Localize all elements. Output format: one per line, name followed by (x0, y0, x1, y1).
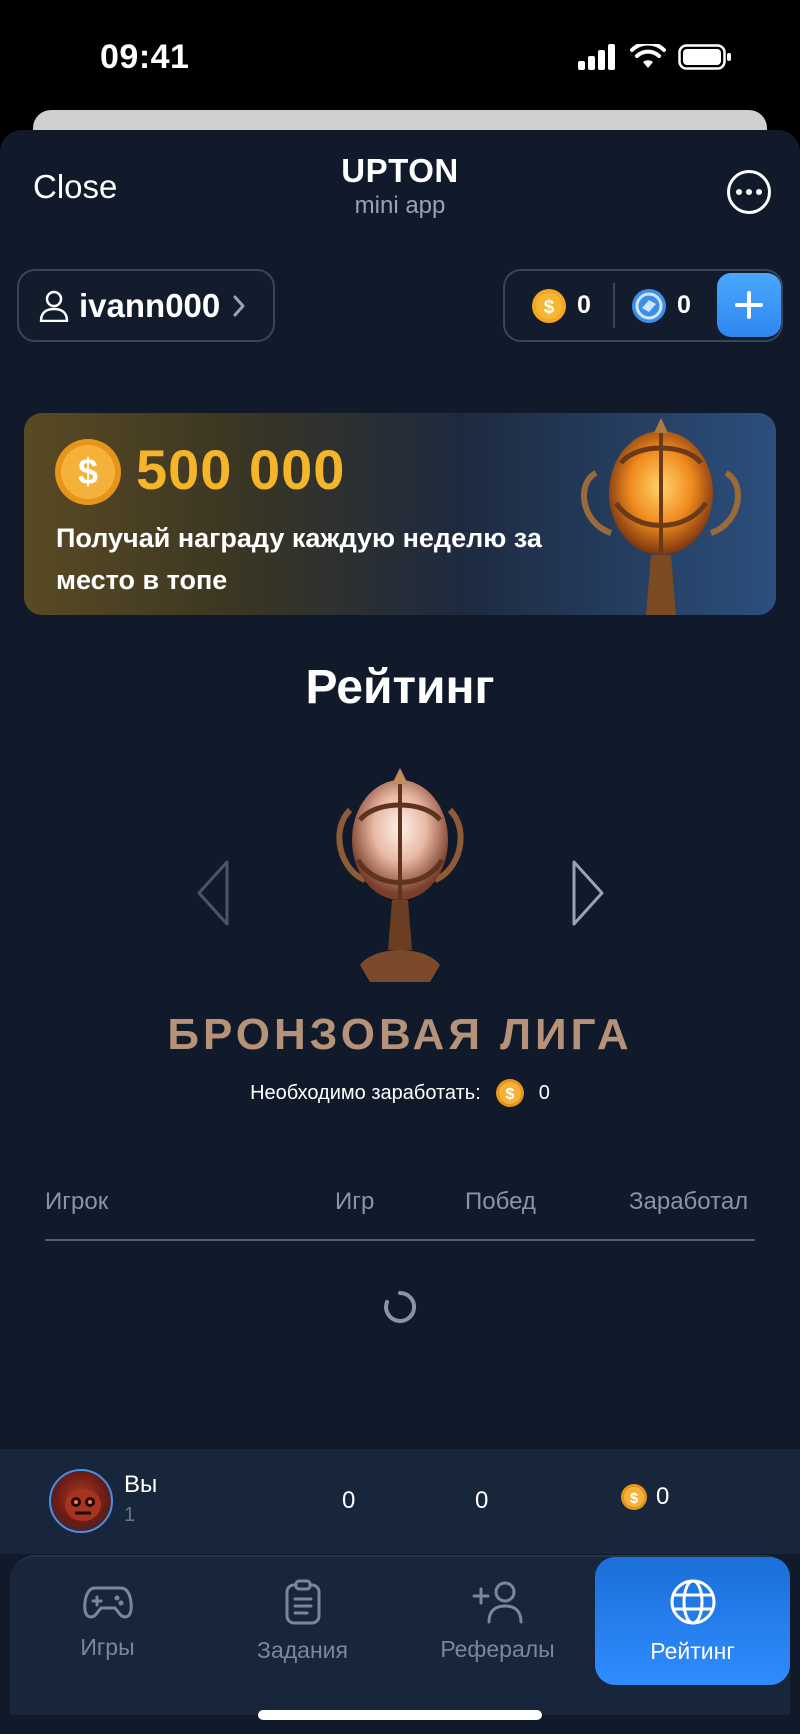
username: ivann000 (79, 286, 221, 324)
current-user-earned-value: 0 (656, 1483, 670, 1510)
coin-balance: $ 0 (531, 271, 591, 340)
plus-icon (735, 291, 763, 319)
current-user-row[interactable]: Вы 1 0 0 $ 0 (0, 1449, 800, 1554)
tab-rating[interactable]: Рейтинг (595, 1557, 790, 1685)
column-games: Игр (335, 1188, 375, 1215)
status-icons (578, 44, 732, 70)
table-header: Игрок Игр Побед Заработал (45, 1188, 755, 1228)
svg-text:$: $ (544, 297, 555, 318)
current-user-rank: 1 (124, 1504, 136, 1526)
svg-text:$: $ (78, 451, 98, 492)
wifi-icon (630, 44, 666, 68)
app-subtitle: mini app (354, 192, 446, 219)
status-bar: 09:41 (0, 0, 800, 110)
requirement-value: 0 (538, 1081, 550, 1104)
user-profile-button[interactable]: ivann000 (17, 269, 275, 342)
current-user-earned: $ 0 (620, 1483, 669, 1511)
coin-icon: $ (532, 288, 566, 323)
more-options-button[interactable] (727, 170, 771, 214)
dot-icon (756, 189, 762, 195)
coin-icon: $ (495, 1079, 524, 1107)
league-trophy-icon (336, 768, 464, 982)
coin-icon: $ (55, 439, 121, 505)
tab-tasks[interactable]: Задания (205, 1557, 400, 1685)
tab-tasks-label: Задания (257, 1636, 348, 1663)
add-funds-button[interactable] (717, 273, 781, 337)
trophy-icon (581, 418, 741, 615)
dot-icon (746, 189, 752, 195)
current-user-name: Вы (124, 1471, 158, 1498)
add-user-icon (472, 1581, 522, 1623)
reward-banner[interactable]: $ 500 000 Получай награду каждую неделю … (24, 413, 776, 615)
requirement-label: Необходимо заработать: (250, 1081, 481, 1104)
avatar (49, 1469, 113, 1533)
tab-games-label: Игры (80, 1633, 135, 1660)
coin-icon: $ (621, 1484, 647, 1510)
balance-pill: $ 0 0 (503, 269, 783, 342)
reward-amount: 500 000 (136, 438, 346, 501)
status-time: 09:41 (100, 38, 190, 76)
svg-text:$: $ (630, 1490, 639, 1507)
globe-icon (670, 1579, 715, 1624)
tab-referrals-label: Рефералы (440, 1635, 555, 1662)
tab-referrals[interactable]: Рефералы (400, 1557, 595, 1685)
tab-rating-label: Рейтинг (650, 1637, 735, 1664)
requirement-row: Необходимо заработать: $ 0 (0, 1078, 800, 1108)
current-user-games: 0 (342, 1487, 356, 1514)
token-icon (632, 288, 666, 323)
token-balance-value: 0 (677, 291, 691, 319)
tab-games[interactable]: Игры (10, 1557, 205, 1685)
column-wins: Побед (465, 1188, 536, 1215)
league-name: БРОНЗОВАЯ ЛИГА (167, 1010, 633, 1059)
clipboard-icon (285, 1579, 320, 1624)
previous-league-button[interactable] (193, 858, 233, 928)
rating-title: Рейтинг (305, 661, 495, 714)
current-user-wins: 0 (475, 1487, 489, 1514)
column-player: Игрок (45, 1188, 109, 1215)
dot-icon (736, 189, 742, 195)
svg-text:$: $ (505, 1086, 514, 1103)
battery-icon (678, 44, 731, 70)
reward-description: Получай награду каждую неделю за место в… (56, 523, 542, 595)
table-divider (45, 1239, 755, 1241)
coin-balance-value: 0 (577, 291, 591, 319)
user-icon (39, 290, 69, 322)
chevron-right-icon (233, 295, 245, 316)
monster-avatar-icon (65, 1489, 101, 1521)
column-earned: Заработал (629, 1188, 749, 1215)
app-title: UPTON (341, 152, 459, 189)
mini-app: Close UPTON mini app ivann000 $ 0 0 $ 50… (0, 130, 800, 1734)
signal-icon (578, 44, 615, 70)
gamepad-icon (82, 1586, 133, 1618)
home-indicator[interactable] (258, 1710, 542, 1720)
loading-spinner-icon (384, 1290, 417, 1323)
next-league-button[interactable] (568, 858, 608, 928)
divider (613, 283, 615, 328)
token-balance: 0 (631, 271, 691, 340)
tab-bar: Игры Задания Рефералы Рейтинг (10, 1555, 790, 1715)
